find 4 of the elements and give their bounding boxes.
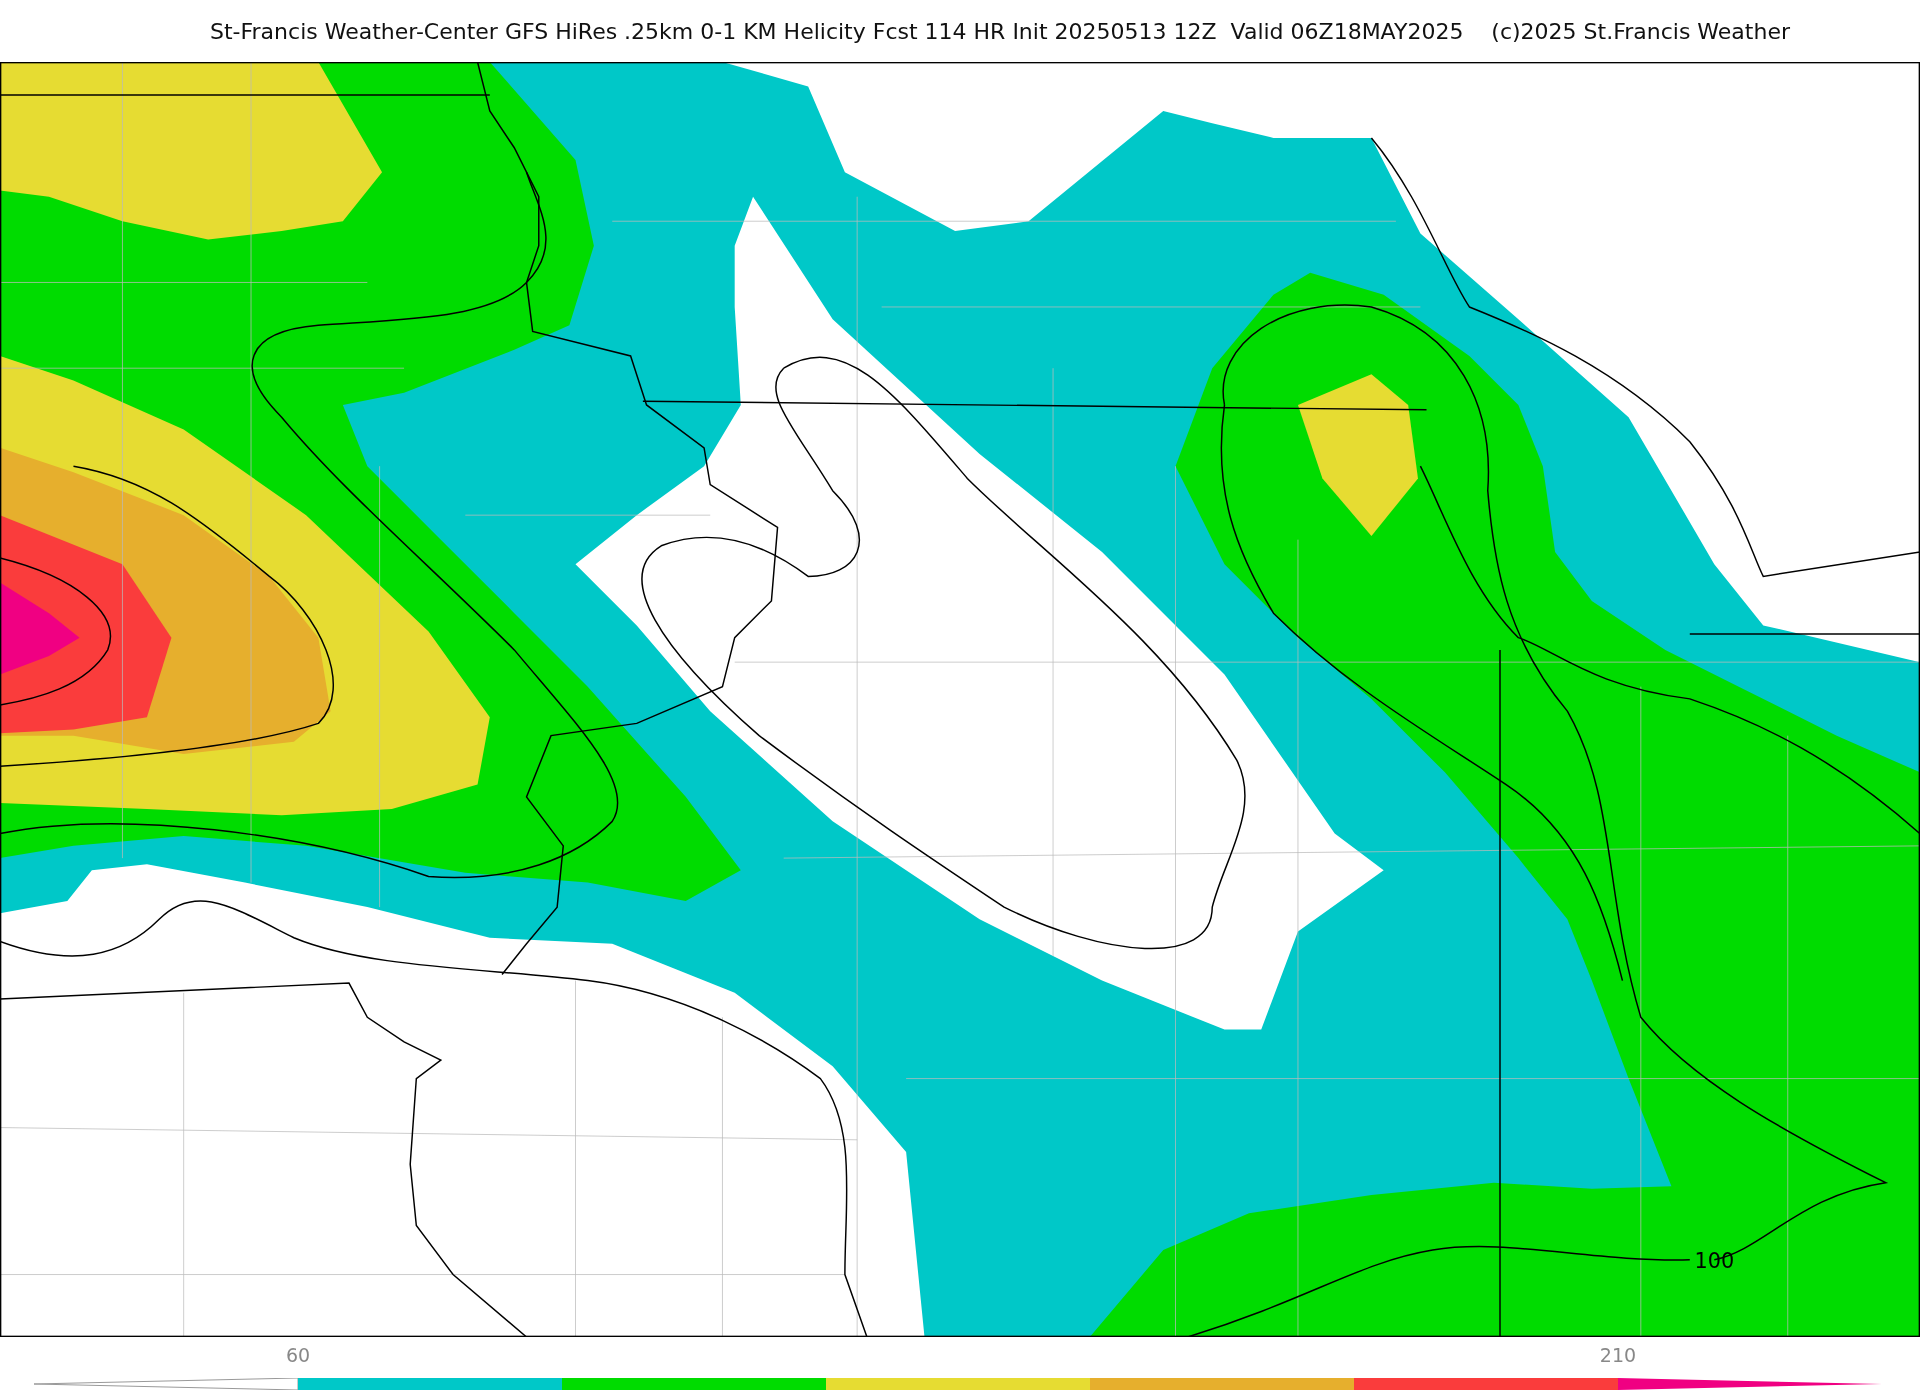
contour-label: 100	[1694, 1249, 1735, 1274]
map-title: St-Francis Weather-Center GFS HiRes .25km 0-1 KM Helicity Fcst 114 HR Init 20250513 12Z Valid 06Z18MAY2025 (c)2025 St.Francis Weather	[210, 18, 1790, 44]
colorbar-tick-label: 60	[285, 1344, 311, 1366]
colorbar-tick-label: 210	[1599, 1344, 1637, 1366]
